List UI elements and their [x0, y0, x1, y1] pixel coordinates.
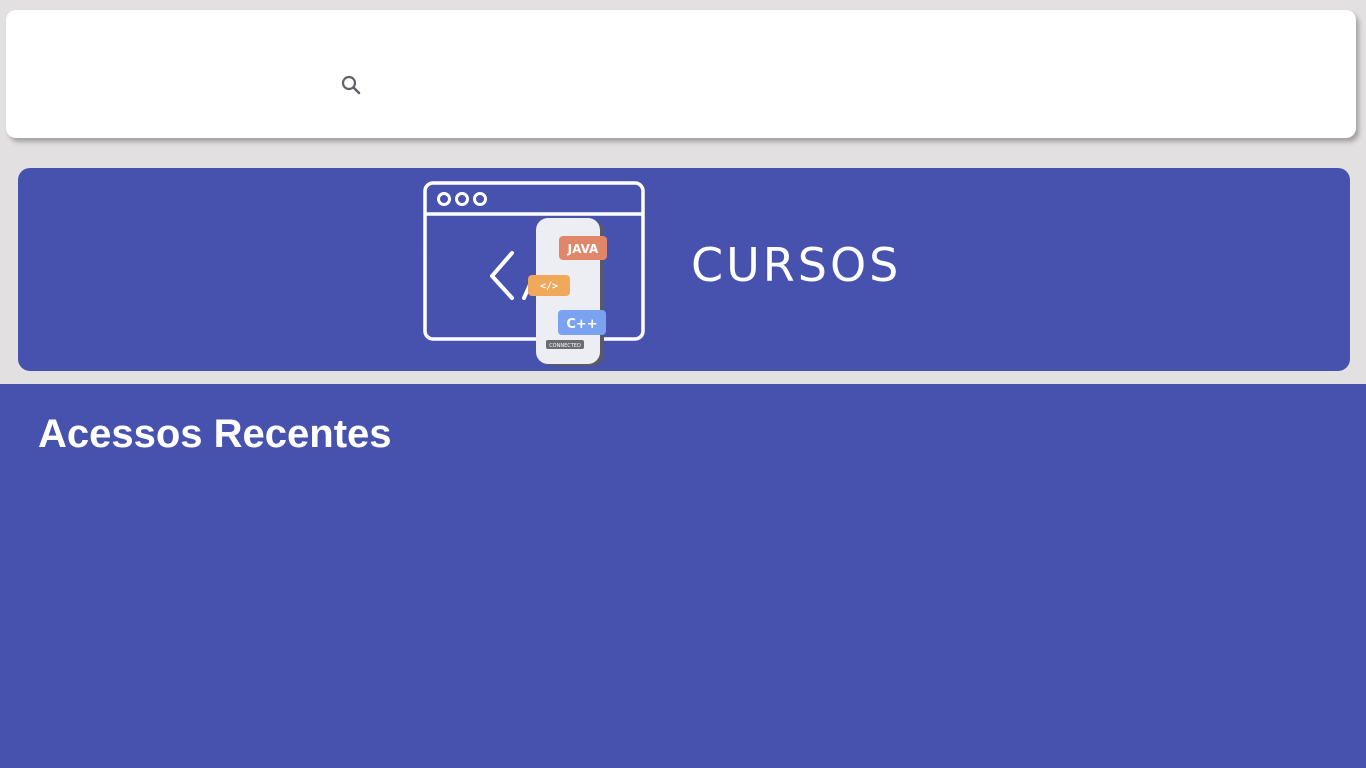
java-badge: JAVA: [567, 242, 599, 256]
cpp-badge: C++: [566, 317, 597, 332]
recent-access-section: Acessos Recentes: [0, 384, 1366, 768]
section-title: Acessos Recentes: [38, 412, 392, 456]
code-badge: </>: [540, 281, 558, 292]
search-input[interactable]: [371, 66, 971, 102]
search-icon[interactable]: [339, 73, 363, 97]
code-browser-illustration: CONNECTED JAVA </> C++: [423, 181, 645, 366]
courses-banner[interactable]: CONNECTED JAVA </> C++ CURSOS: [18, 168, 1350, 371]
phone-label: CONNECTED: [549, 343, 581, 349]
search-bar: [6, 10, 1356, 138]
banner-title: CURSOS: [691, 238, 902, 292]
